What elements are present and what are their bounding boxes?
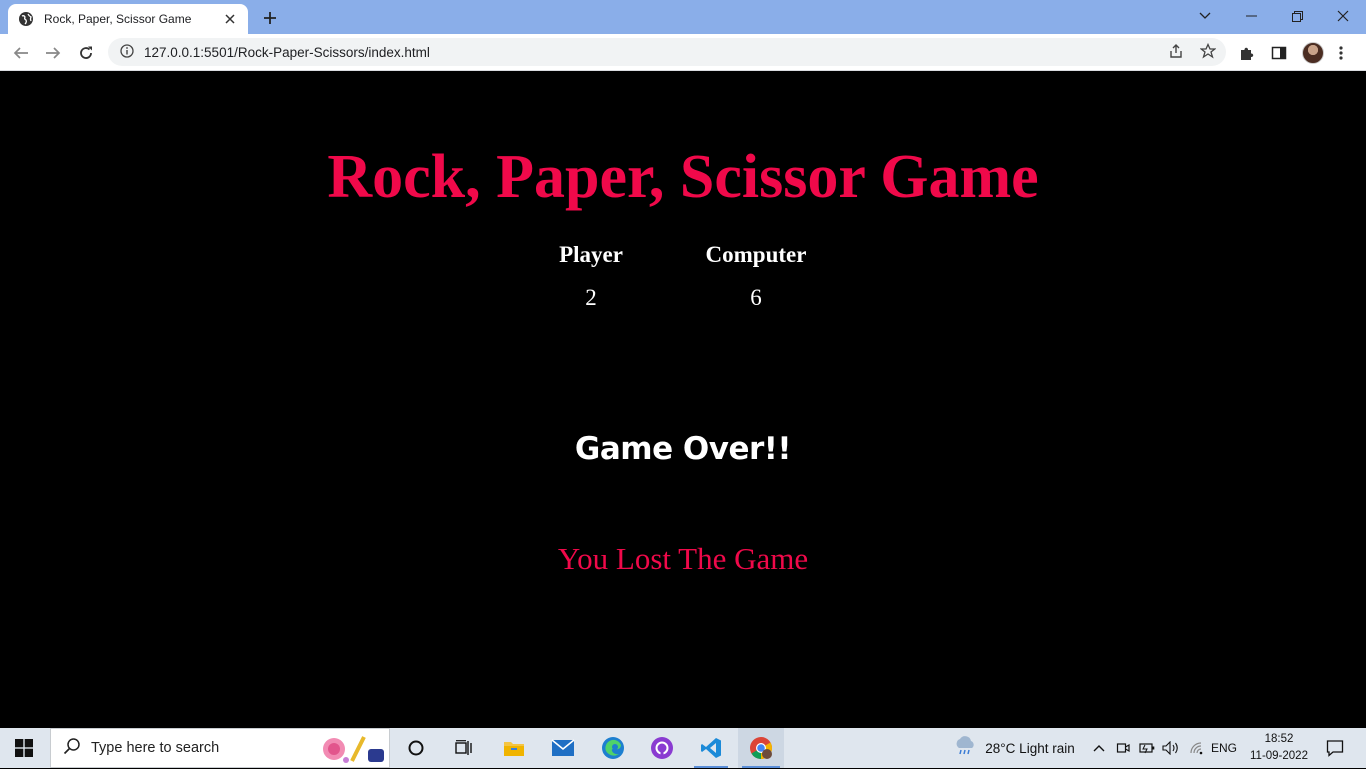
clock-time: 18:52 (1264, 733, 1294, 745)
restore-icon[interactable] (1274, 0, 1320, 32)
url-text: 127.0.0.1:5501/Rock-Paper-Scissors/index… (144, 44, 430, 60)
volume-icon[interactable] (1160, 728, 1182, 768)
language-indicator[interactable]: ENG (1210, 728, 1238, 768)
info-icon[interactable] (120, 43, 134, 62)
forward-arrow-icon[interactable] (40, 40, 66, 66)
game-over-heading: Game Over!! (574, 431, 792, 467)
chrome-icon[interactable] (738, 728, 784, 768)
profile-avatar[interactable] (1300, 40, 1326, 66)
notification-icon[interactable] (1318, 728, 1352, 768)
result-message: You Lost The Game (557, 541, 809, 576)
computer-score: 6 (750, 285, 762, 310)
side-panel-icon[interactable] (1266, 40, 1292, 66)
page-title: Rock, Paper, Scissor Game (327, 143, 1039, 211)
new-tab-button[interactable] (260, 8, 280, 28)
tab-title: Rock, Paper, Scissor Game (44, 12, 192, 26)
github-desktop-icon[interactable] (644, 728, 680, 768)
browser-titlebar: Rock, Paper, Scissor Game (0, 0, 1366, 34)
extensions-puzzle-icon[interactable] (1234, 40, 1260, 66)
share-icon[interactable] (1164, 39, 1188, 63)
player-score: 2 (585, 285, 597, 310)
meet-camera-icon[interactable] (1114, 728, 1132, 768)
edge-browser-icon[interactable] (595, 728, 631, 768)
cortana-icon[interactable] (398, 728, 434, 768)
browser-toolbar: 127.0.0.1:5501/Rock-Paper-Scissors/index… (0, 34, 1366, 71)
search-highlight-image (316, 733, 388, 769)
globe-icon (18, 11, 34, 27)
minimize-icon[interactable] (1228, 0, 1274, 32)
task-view-icon[interactable] (446, 728, 482, 768)
reload-icon[interactable] (73, 40, 99, 66)
menu-kebab-icon[interactable] (1328, 40, 1354, 66)
vscode-icon[interactable] (690, 728, 732, 768)
weather-text: 28°C Light rain (985, 740, 1075, 756)
player-label: Player (559, 242, 623, 267)
language-text: ENG (1210, 741, 1237, 755)
chevron-up-icon[interactable] (1090, 728, 1108, 768)
player-score-column: Player 2 (511, 241, 671, 312)
close-window-icon[interactable] (1320, 0, 1366, 32)
file-explorer-icon[interactable] (496, 728, 532, 768)
search-icon (63, 737, 81, 759)
tab-search-icon[interactable] (1182, 0, 1228, 32)
windows-start-icon[interactable] (0, 728, 48, 768)
game-page: Rock, Paper, Scissor Game Player 2 Compu… (0, 71, 1366, 728)
computer-label: Computer (705, 242, 807, 267)
weather-widget[interactable]: 28°C Light rain (944, 728, 1084, 768)
windows-taskbar: Type here to search 28°C Light rain ENG … (0, 728, 1366, 768)
wifi-icon[interactable] (1186, 728, 1208, 768)
battery-icon[interactable] (1138, 728, 1156, 768)
close-tab-icon[interactable] (222, 11, 238, 27)
taskbar-clock[interactable]: 18:52 11-09-2022 (1244, 731, 1314, 765)
mail-icon[interactable] (545, 728, 581, 768)
clock-date: 11-09-2022 (1250, 750, 1308, 762)
bookmark-star-icon[interactable] (1196, 39, 1220, 63)
computer-score-column: Computer 6 (676, 241, 836, 312)
back-arrow-icon[interactable] (8, 40, 34, 66)
browser-tab[interactable]: Rock, Paper, Scissor Game (8, 4, 248, 34)
cloud-rain-icon (953, 736, 977, 760)
search-placeholder: Type here to search (91, 740, 220, 756)
address-bar[interactable]: 127.0.0.1:5501/Rock-Paper-Scissors/index… (108, 38, 1226, 66)
taskbar-search-box[interactable]: Type here to search (50, 728, 390, 768)
